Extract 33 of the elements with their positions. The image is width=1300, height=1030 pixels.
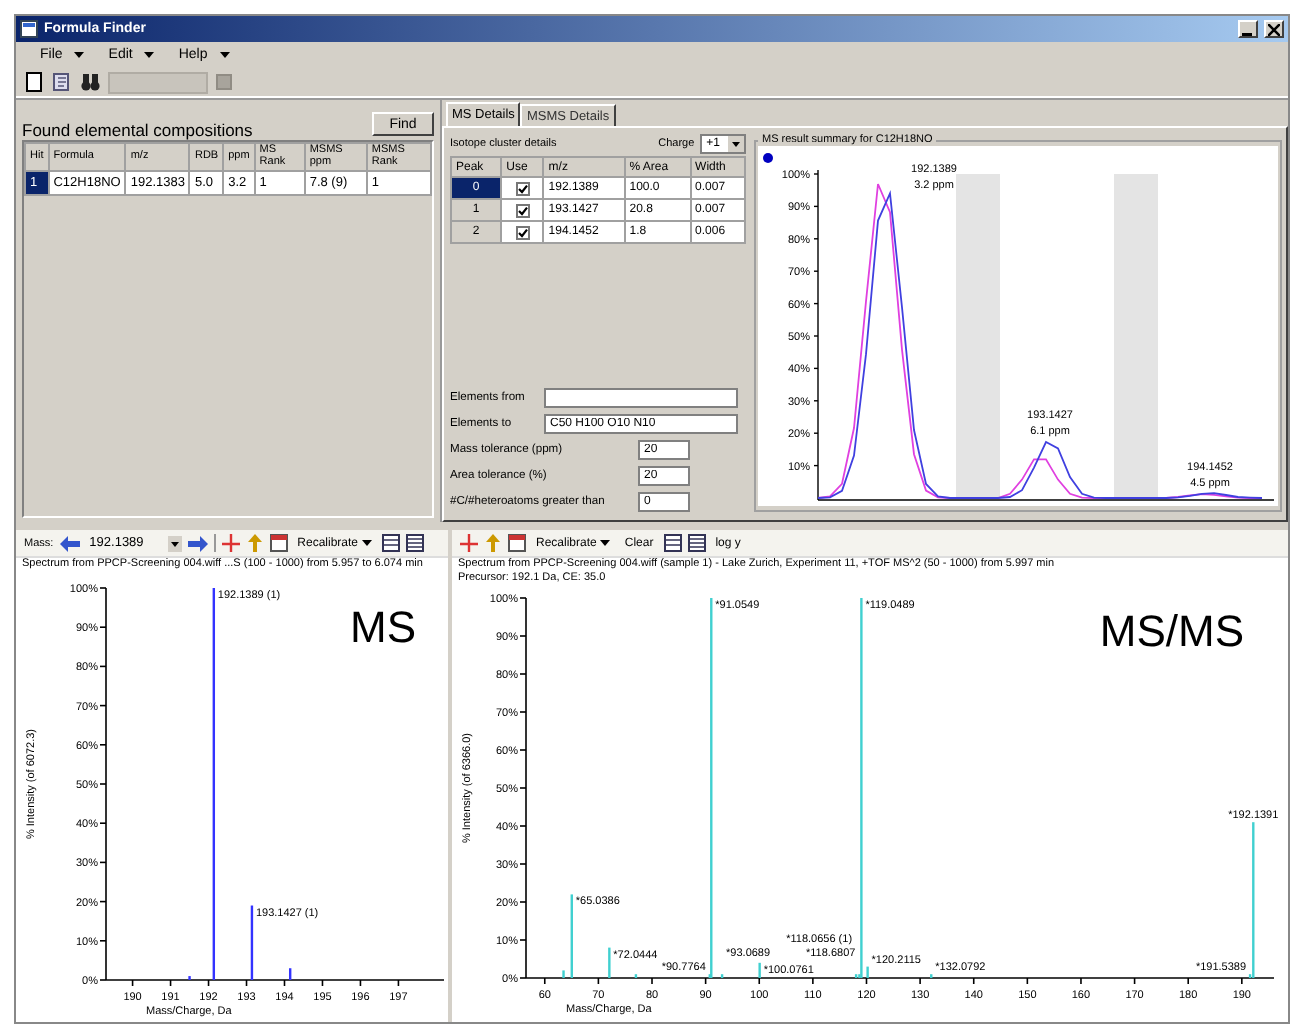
use-checkbox[interactable] xyxy=(515,225,530,239)
toolbar-field[interactable] xyxy=(108,71,208,93)
use-checkbox[interactable] xyxy=(515,203,530,217)
app-icon xyxy=(20,20,38,38)
caret-icon xyxy=(362,540,373,546)
left-arrow-icon[interactable] xyxy=(59,535,80,551)
calendar-icon[interactable] xyxy=(269,534,288,552)
peak-icon[interactable] xyxy=(460,534,478,552)
peak-icon[interactable] xyxy=(221,534,240,552)
new-document-icon[interactable] xyxy=(24,72,44,92)
binoculars-icon[interactable] xyxy=(80,72,100,92)
panel-title: Found elemental compositions xyxy=(22,120,253,140)
close-icon xyxy=(1268,23,1280,35)
table-icon[interactable] xyxy=(687,534,706,552)
close-button[interactable] xyxy=(1264,20,1284,38)
minimize-button[interactable] xyxy=(1238,20,1258,38)
document-icon[interactable] xyxy=(52,72,72,92)
spectrum-type-label: MS/MS xyxy=(1099,606,1244,658)
table-icon[interactable] xyxy=(382,534,401,552)
right-arrow-icon[interactable] xyxy=(187,535,208,551)
table-icon[interactable] xyxy=(406,534,425,552)
caret-icon xyxy=(600,540,611,546)
spectrum-type-label: MS xyxy=(350,602,416,654)
use-checkbox[interactable] xyxy=(515,181,530,195)
marker-dot-icon xyxy=(763,153,773,163)
table-icon[interactable] xyxy=(663,534,682,552)
calendar-icon[interactable] xyxy=(508,534,526,552)
caret-icon xyxy=(74,52,85,58)
input-field[interactable] xyxy=(544,388,738,408)
caret-icon xyxy=(219,52,230,58)
dropdown-arrow-icon xyxy=(728,136,744,152)
caret-icon xyxy=(144,52,155,58)
dropdown-icon[interactable] xyxy=(167,535,182,551)
